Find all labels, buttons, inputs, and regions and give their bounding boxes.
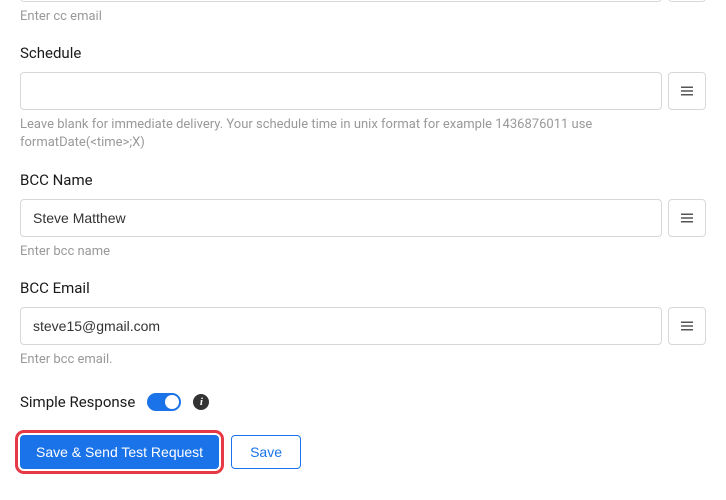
- bcc-name-menu-button[interactable]: [668, 199, 706, 237]
- bcc-email-menu-button[interactable]: [668, 307, 706, 345]
- cc-email-menu-button[interactable]: [668, 0, 706, 2]
- bcc-email-helper: Enter bcc email.: [20, 351, 706, 369]
- schedule-label: Schedule: [20, 44, 706, 62]
- schedule-helper: Leave blank for immediate delivery. Your…: [20, 116, 706, 152]
- bcc-name-input[interactable]: [20, 199, 662, 237]
- bcc-email-label: BCC Email: [20, 279, 706, 297]
- bcc-name-helper: Enter bcc name: [20, 243, 706, 261]
- simple-response-label: Simple Response: [20, 393, 135, 411]
- cc-email-helper: Enter cc email: [20, 8, 706, 26]
- schedule-input[interactable]: [20, 72, 662, 110]
- menu-icon: [678, 82, 696, 100]
- menu-icon: [678, 317, 696, 335]
- save-send-test-button[interactable]: Save & Send Test Request: [20, 435, 219, 469]
- info-icon[interactable]: i: [193, 394, 209, 410]
- simple-response-toggle[interactable]: [147, 393, 181, 411]
- bcc-name-label: BCC Name: [20, 171, 706, 189]
- save-button[interactable]: Save: [231, 435, 301, 469]
- toggle-knob: [165, 395, 179, 409]
- cc-email-input[interactable]: [20, 0, 662, 2]
- schedule-menu-button[interactable]: [668, 72, 706, 110]
- menu-icon: [678, 209, 696, 227]
- bcc-email-input[interactable]: [20, 307, 662, 345]
